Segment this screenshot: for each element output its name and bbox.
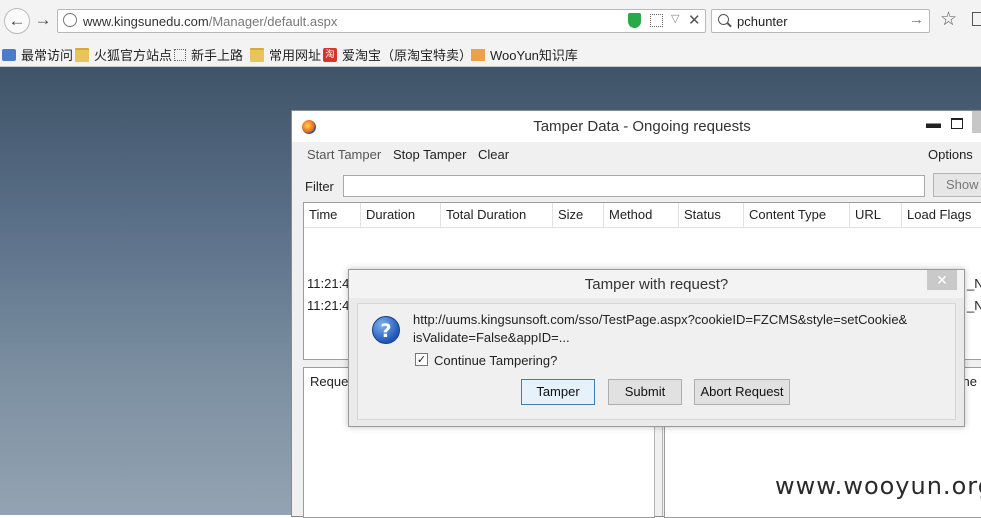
question-icon: ? [372,316,400,344]
folder-icon [75,47,89,62]
table-row-flags[interactable]: _NE [967,298,981,313]
rss-icon [471,48,485,61]
minimize-button[interactable]: ▬ [926,115,941,132]
table-header: Time Duration Total Duration Size Method… [304,203,981,228]
stop-tamper-button[interactable]: Stop Tamper [393,147,466,162]
filter-input[interactable] [343,175,925,197]
abort-request-button[interactable]: Abort Request [694,379,790,405]
dropdown-arrow-icon[interactable]: ▽ [671,12,679,25]
column-header[interactable]: Size [553,203,604,227]
bookmark-wooyun[interactable]: WooYun知识库 [471,45,578,64]
qr-code-icon[interactable] [650,14,663,27]
window-title: Tamper Data - Ongoing requests [533,118,751,135]
bookmark-getting-started[interactable]: 新手上路 [174,45,243,64]
visit-icon [2,48,16,61]
message-line: http://uums.kingsunsoft.com/sso/TestPage… [413,312,908,327]
submit-button[interactable]: Submit [608,379,682,405]
watermark: www.wooyun.org [775,472,981,500]
table-row-flags[interactable]: _NE [967,276,981,291]
tamper-dialog: Tamper with request? ✕ ? http://uums.kin… [348,269,965,427]
clear-icon[interactable]: ✕ [688,11,701,29]
column-header[interactable]: Content Type [744,203,850,227]
filter-label: Filter [305,179,334,194]
library-icon[interactable] [972,12,981,26]
column-header[interactable]: Total Duration [441,203,553,227]
dialog-titlebar[interactable]: Tamper with request? ✕ [349,270,964,298]
bookmark-taobao[interactable]: 淘 爱淘宝（原淘宝特卖） [323,45,472,64]
column-header[interactable]: Status [679,203,744,227]
show-button[interactable]: Show [933,173,981,197]
message-line: isValidate=False&appID=... [413,330,570,345]
table-row-time[interactable]: 11:21:4 [307,298,349,313]
close-button[interactable] [972,111,981,133]
bookmark-most-visited[interactable]: 最常访问 [2,45,73,64]
bookmark-star-icon[interactable]: ☆ [940,8,957,31]
address-bar[interactable]: www.kingsunedu.com/Manager/default.aspx … [57,9,706,33]
folder-icon [250,47,264,62]
continue-tampering-label[interactable]: Continue Tampering? [434,353,557,368]
dialog-close-button[interactable]: ✕ [927,270,957,290]
column-header[interactable]: Load Flags [902,203,981,227]
taobao-icon: 淘 [323,47,337,62]
window-titlebar[interactable]: Tamper Data - Ongoing requests ▬ [292,111,981,142]
dotted-page-icon [174,48,186,61]
browser-toolbar: ← → www.kingsunedu.com/Manager/default.a… [0,0,981,40]
search-icon [718,14,729,25]
globe-icon [63,13,77,27]
bookmark-common-sites[interactable]: 常用网址 [250,45,321,64]
continue-tampering-checkbox[interactable]: ✓ [415,353,428,366]
dialog-message: http://uums.kingsunsoft.com/sso/TestPage… [413,311,933,347]
forward-button[interactable]: → [32,9,54,31]
bookmark-firefox-official[interactable]: 火狐官方站点 [75,45,172,64]
tamper-button[interactable]: Tamper [521,379,595,405]
options-button[interactable]: Options [928,147,973,162]
table-row-time[interactable]: 11:21:4 [307,276,349,291]
column-header[interactable]: Time [304,203,361,227]
clear-button[interactable]: Clear [478,147,509,162]
bookmarks-toolbar: 最常访问 火狐官方站点 新手上路 常用网址 淘 爱淘宝（原淘宝特卖） WooYu… [0,40,981,67]
start-tamper-button[interactable]: Start Tamper [307,147,381,162]
dialog-title: Tamper with request? [584,276,729,293]
search-go-icon[interactable]: → [909,11,924,28]
search-input[interactable]: pchunter [737,14,788,29]
search-bar[interactable]: pchunter → [711,9,930,33]
column-header[interactable]: Method [604,203,679,227]
dialog-body: ? http://uums.kingsunsoft.com/sso/TestPa… [357,303,956,420]
security-shield-icon[interactable] [628,13,641,28]
maximize-button[interactable] [951,118,963,129]
back-button[interactable]: ← [4,8,30,34]
url-text[interactable]: www.kingsunedu.com/Manager/default.aspx [83,14,337,29]
column-header[interactable]: URL [850,203,902,227]
column-header[interactable]: Duration [361,203,441,227]
